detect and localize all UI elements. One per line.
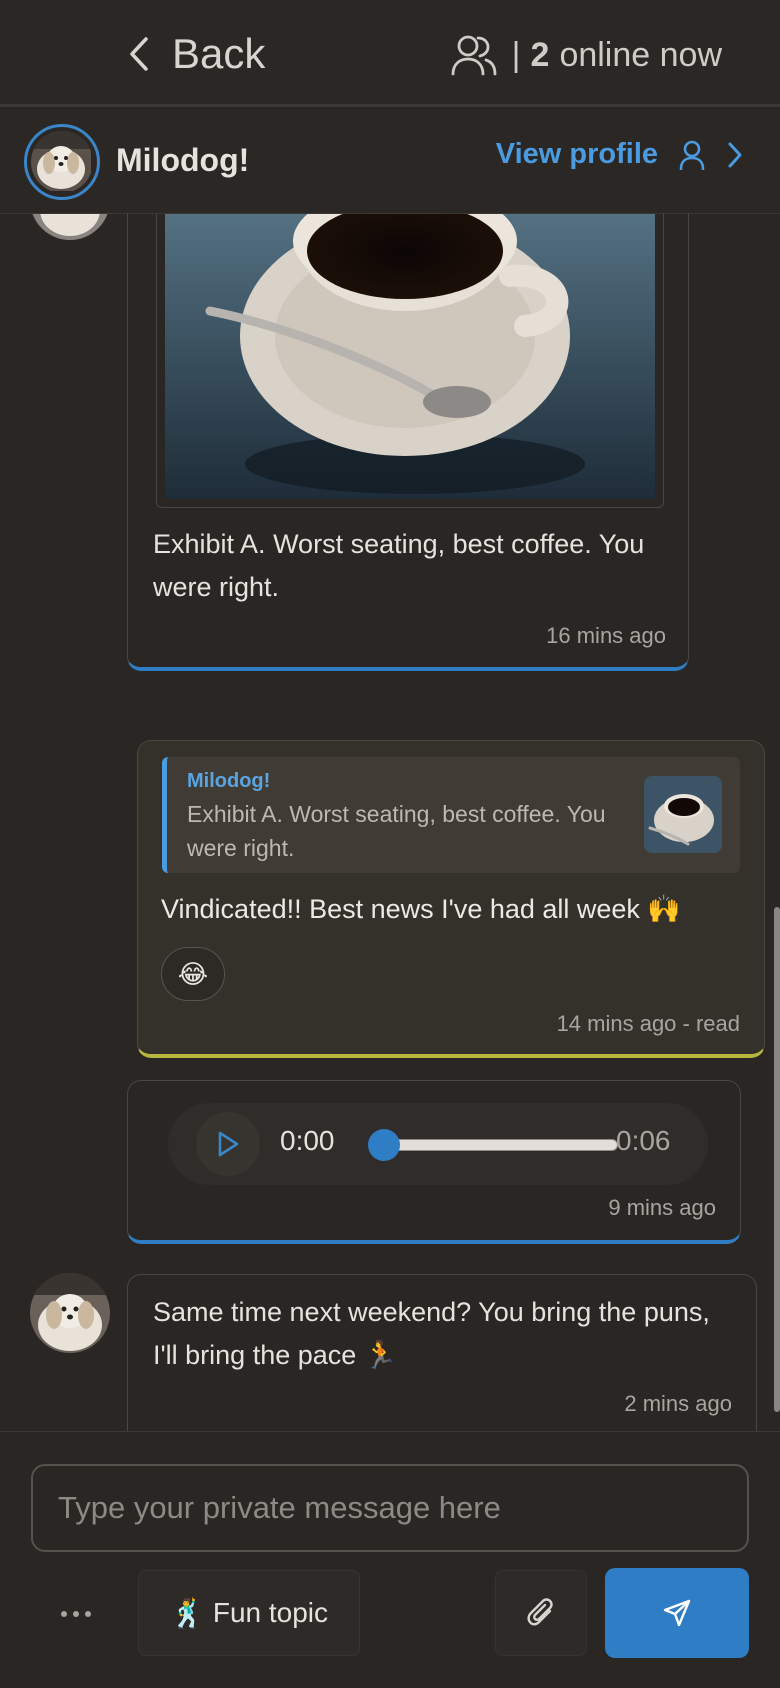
message-bubble-image[interactable]: Exhibit A. Worst seating, best coffee. Y… xyxy=(127,214,689,671)
top-bar: Back | 2 online now xyxy=(0,0,780,107)
message-bubble-text[interactable]: Same time next weekend? You bring the pu… xyxy=(127,1274,757,1431)
quoted-author: Milodog! xyxy=(187,770,271,792)
chevron-left-icon xyxy=(130,37,148,71)
send-icon xyxy=(663,1599,691,1627)
message-caption: Exhibit A. Worst seating, best coffee. Y… xyxy=(153,529,645,602)
message-list[interactable]: Exhibit A. Worst seating, best coffee. Y… xyxy=(0,214,780,1431)
message-bubble-audio[interactable]: 0:00 0:06 9 mins ago xyxy=(127,1080,741,1244)
message-timestamp: 14 mins ago - read xyxy=(556,1011,740,1036)
audio-progress-track[interactable] xyxy=(382,1139,618,1151)
message-timestamp: 2 mins ago xyxy=(624,1391,732,1416)
ellipsis-icon xyxy=(61,1611,91,1617)
message-bubble-reply[interactable]: Milodog! Exhibit A. Worst seating, best … xyxy=(137,740,765,1058)
audio-player: 0:00 0:06 xyxy=(168,1103,708,1185)
photo-frame xyxy=(156,214,664,508)
audio-current-time: 0:00 xyxy=(280,1125,335,1156)
message-timestamp: 9 mins ago xyxy=(608,1195,716,1220)
dancer-icon: 🕺 xyxy=(169,1597,205,1629)
view-profile-label: View profile xyxy=(495,138,658,170)
avatar[interactable] xyxy=(30,1273,110,1353)
online-separator: | xyxy=(511,35,521,74)
profile-bar: Milodog! View profile xyxy=(0,110,780,214)
scrollbar[interactable] xyxy=(772,214,780,1431)
online-text: online now xyxy=(559,35,722,74)
audio-progress-knob[interactable] xyxy=(368,1129,400,1161)
online-status: | 2 online now xyxy=(450,30,722,80)
more-options-button[interactable] xyxy=(52,1590,100,1638)
composer: 🕺 Fun topic xyxy=(0,1431,780,1688)
avatar[interactable] xyxy=(24,124,100,200)
play-icon xyxy=(218,1131,239,1157)
chevron-right-icon xyxy=(728,142,742,167)
attach-button[interactable] xyxy=(495,1570,587,1656)
quoted-image-thumbnail xyxy=(644,776,722,853)
fun-topic-button[interactable]: 🕺 Fun topic xyxy=(138,1570,360,1656)
dog-avatar-image xyxy=(31,131,93,193)
fun-topic-label: Fun topic xyxy=(212,1597,329,1628)
user-icon xyxy=(679,140,705,170)
chat-screen: Back | 2 online now Milodog! View profil… xyxy=(0,0,780,1688)
view-profile-link[interactable]: View profile xyxy=(496,138,744,171)
online-count: 2 xyxy=(530,35,550,74)
quoted-message[interactable]: Milodog! Exhibit A. Worst seating, best … xyxy=(162,757,740,873)
back-button[interactable]: Back xyxy=(128,24,265,84)
avatar xyxy=(30,214,110,240)
reaction-badge[interactable]: 😂 xyxy=(161,947,225,1001)
audio-duration: 0:06 xyxy=(616,1125,671,1156)
send-button[interactable] xyxy=(605,1568,749,1658)
back-label: Back xyxy=(172,30,266,77)
scrollbar-thumb[interactable] xyxy=(774,907,780,1412)
message-text: Vindicated!! Best news I've had all week… xyxy=(161,894,682,924)
message-input[interactable] xyxy=(31,1464,749,1552)
message-timestamp: 16 mins ago xyxy=(546,623,666,648)
coffee-photo[interactable] xyxy=(165,214,655,499)
paperclip-icon xyxy=(527,1598,553,1626)
quoted-text: Exhibit A. Worst seating, best coffee. Y… xyxy=(187,801,606,861)
message-text: Same time next weekend? You bring the pu… xyxy=(153,1297,710,1370)
play-button[interactable] xyxy=(196,1112,260,1176)
users-icon xyxy=(451,35,497,76)
profile-name: Milodog! xyxy=(116,142,250,178)
